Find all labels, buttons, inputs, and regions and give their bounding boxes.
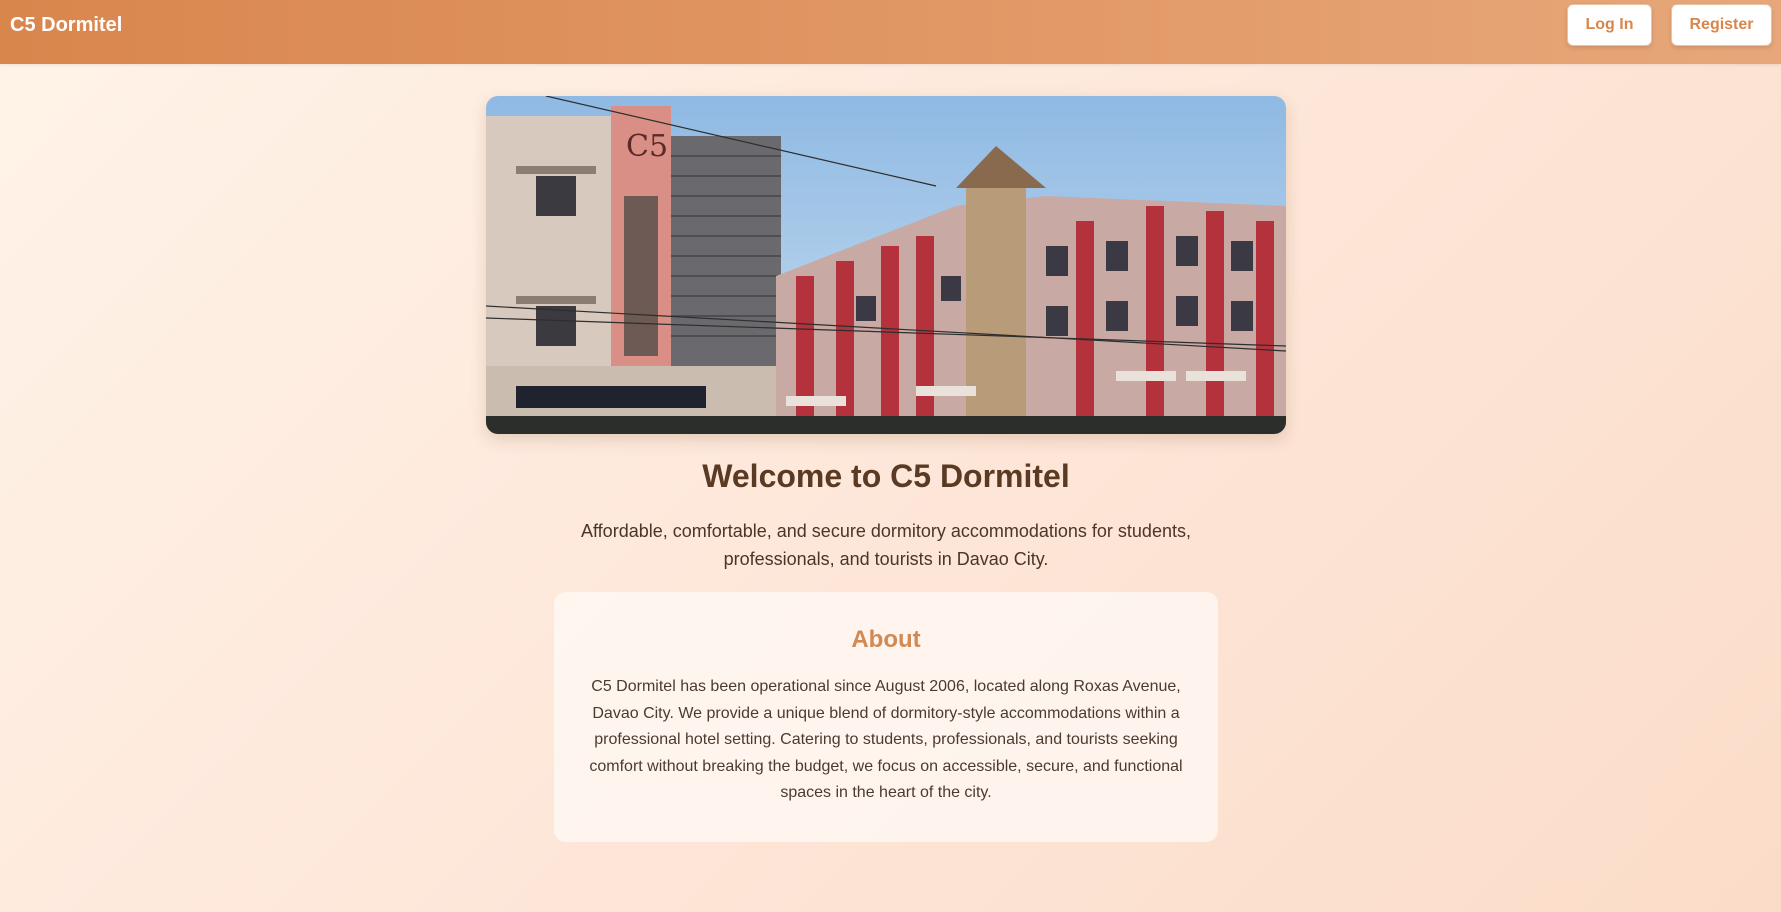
tower-logo-text: C5 [626, 129, 668, 164]
nav-actions: Log In Register [1567, 4, 1772, 46]
building-photo: C5 [486, 96, 1286, 434]
welcome-heading: Welcome to C5 Dormitel [702, 458, 1070, 494]
about-heading: About [851, 626, 921, 653]
register-button[interactable]: Register [1671, 4, 1772, 46]
welcome-tagline: Affordable, comfortable, and secure dorm… [581, 521, 1191, 569]
top-navbar: C5 Dormitel Log In Register [0, 0, 1781, 64]
login-button[interactable]: Log In [1567, 4, 1652, 46]
brand-logo-text[interactable]: C5 Dormitel [10, 14, 122, 37]
about-card: About C5 Dormitel has been operational s… [554, 592, 1218, 842]
hero-building-image: C5 [486, 96, 1286, 434]
about-body: C5 Dormitel has been operational since A… [589, 678, 1183, 801]
